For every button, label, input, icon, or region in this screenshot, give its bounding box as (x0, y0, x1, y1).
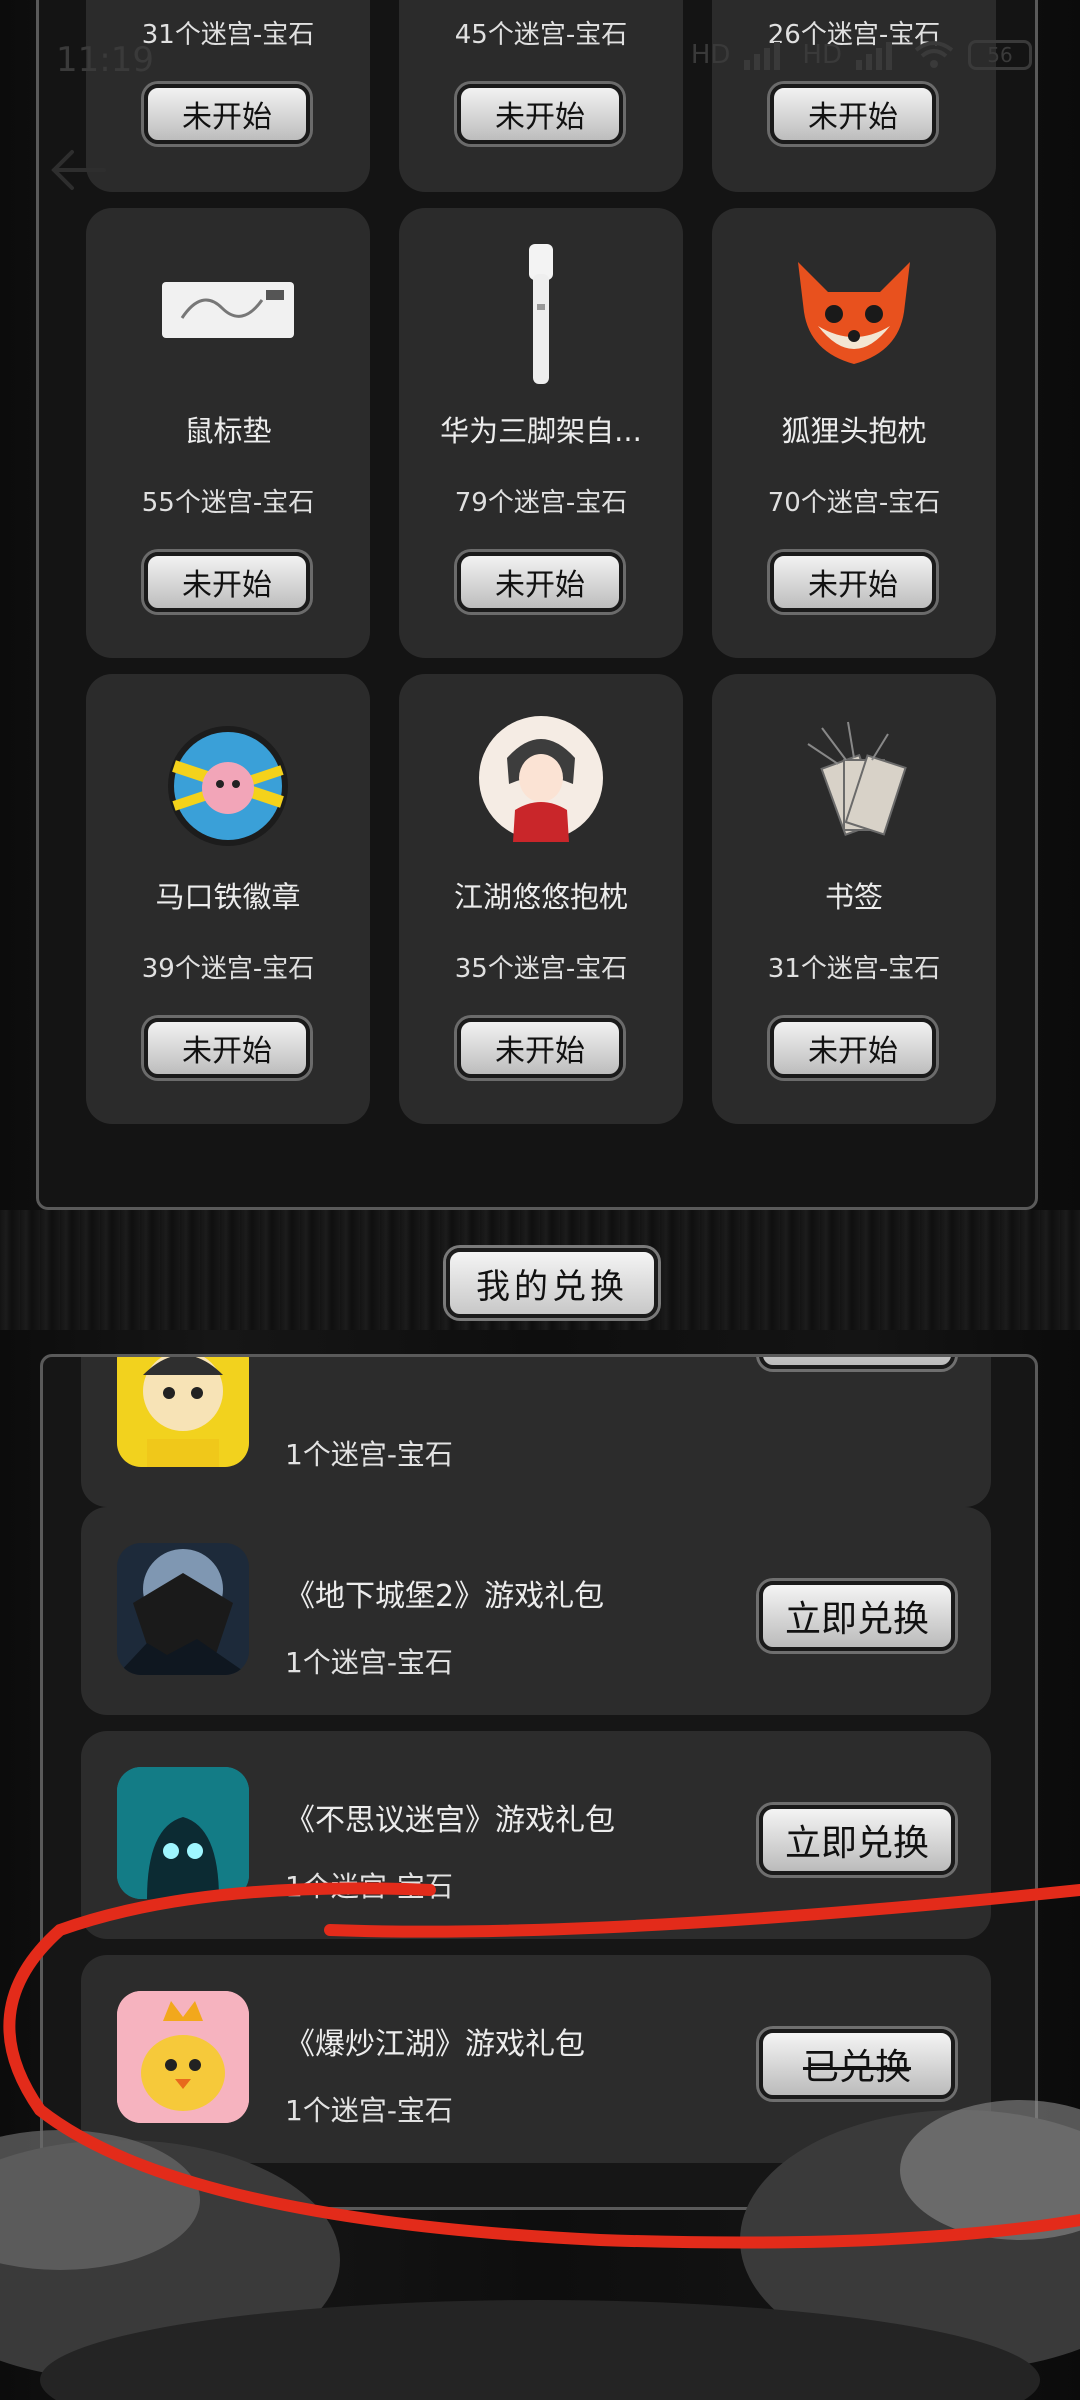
network-label-1: HD (690, 40, 731, 70)
not-started-button[interactable]: 未开始 (144, 552, 310, 612)
exchange-title: 《地下城堡2》游戏礼包 (285, 1579, 605, 1614)
exchange-row: 《不思议迷宫》游戏礼包 1个迷宫-宝石 立即兑换 (81, 1731, 991, 1939)
exchange-title: 《爆炒江湖》游戏礼包 (285, 2027, 585, 2062)
mystery-maze-game-icon (117, 1767, 249, 1899)
battery-icon: 56 (968, 40, 1032, 70)
redeem-button[interactable]: 立即兑换 (759, 1357, 955, 1369)
redeemed-button: 已兑换 (759, 2029, 955, 2099)
status-time: 11:19 (56, 40, 154, 80)
exchange-price: 1个迷宫-宝石 (285, 1870, 453, 1903)
app-screen: { "status_bar": { "time": "11:19", "netw… (0, 0, 1080, 2400)
not-started-button[interactable]: 未开始 (457, 552, 623, 612)
prize-card-selfie-stick: 华为三脚架自... 79个迷宫-宝石 未开始 (399, 208, 683, 658)
not-started-button[interactable]: 未开始 (770, 1018, 936, 1078)
chicken-game-icon (117, 1991, 249, 2123)
prize-card-mousepad: 鼠标垫 55个迷宫-宝石 未开始 (86, 208, 370, 658)
prize-card-badge: 马口铁徽章 39个迷宫-宝石 未开始 (86, 674, 370, 1124)
cartoon-game-icon (117, 1357, 249, 1467)
prize-price: 79个迷宫-宝石 (454, 488, 628, 518)
battery-level: 56 (987, 43, 1013, 67)
prize-price: 39个迷宫-宝石 (141, 954, 315, 984)
exchange-row: 《爆炒江湖》游戏礼包 1个迷宫-宝石 已兑换 (81, 1955, 991, 2163)
exchange-price: 1个迷宫-宝石 (285, 2094, 453, 2127)
prize-name: 鼠标垫 (184, 414, 272, 448)
character-pillow-image (479, 716, 603, 842)
prize-name: 书签 (824, 880, 883, 914)
signal-icon-2 (856, 42, 892, 70)
prize-price: 35个迷宫-宝石 (454, 954, 628, 984)
redeem-button[interactable]: 立即兑换 (759, 1581, 955, 1651)
prize-price: 70个迷宫-宝石 (767, 488, 941, 518)
bookmark-image (807, 721, 907, 836)
dark-castle-game-icon (117, 1543, 249, 1675)
exchange-panel: 1个迷宫-宝石 立即兑换 《地下城堡2》游戏礼包 1个迷宫-宝石 立即兑换 《不… (40, 1354, 1038, 2210)
not-started-button[interactable]: 未开始 (770, 552, 936, 612)
prize-card-bookmark: 书签 31个迷宫-宝石 未开始 (712, 674, 996, 1124)
mousepad-image (162, 282, 294, 338)
not-started-button[interactable]: 未开始 (144, 1018, 310, 1078)
status-bar: 11:19 HD HD 56 (0, 0, 1080, 120)
badge-image (168, 726, 288, 846)
exchange-price: 1个迷宫-宝石 (285, 1646, 453, 1679)
redeemed-label: 已兑换 (802, 2047, 911, 2088)
prize-card-fox-pillow: 狐狸头抱枕 70个迷宫-宝石 未开始 (712, 208, 996, 658)
exchange-row: 1个迷宫-宝石 立即兑换 (81, 1357, 991, 1507)
prize-name: 江湖悠悠抱枕 (453, 880, 628, 914)
exchange-title: 《不思议迷宫》游戏礼包 (285, 1803, 615, 1838)
prize-price: 31个迷宫-宝石 (767, 954, 941, 984)
prize-name: 狐狸头抱枕 (781, 414, 927, 448)
prize-card-character-pillow: 江湖悠悠抱枕 35个迷宫-宝石 未开始 (399, 674, 683, 1124)
network-label-2: HD (802, 40, 842, 70)
signal-icon (744, 42, 781, 70)
selfie-stick-image (529, 244, 553, 384)
wifi-icon (914, 41, 954, 68)
exchange-price: 1个迷宫-宝石 (285, 1438, 453, 1471)
back-arrow-icon[interactable] (44, 140, 114, 200)
status-icons: HD HD 56 (691, 40, 1032, 70)
prize-price: 55个迷宫-宝石 (141, 488, 315, 518)
redeem-button[interactable]: 立即兑换 (759, 1805, 955, 1875)
exchange-row: 《地下城堡2》游戏礼包 1个迷宫-宝石 立即兑换 (81, 1507, 991, 1715)
fox-pillow-image (798, 262, 910, 364)
my-exchange-tab[interactable]: 我的兑换 (446, 1248, 658, 1318)
prize-name: 华为三脚架自... (440, 414, 642, 448)
prize-name: 马口铁徽章 (155, 880, 301, 914)
not-started-button[interactable]: 未开始 (457, 1018, 623, 1078)
